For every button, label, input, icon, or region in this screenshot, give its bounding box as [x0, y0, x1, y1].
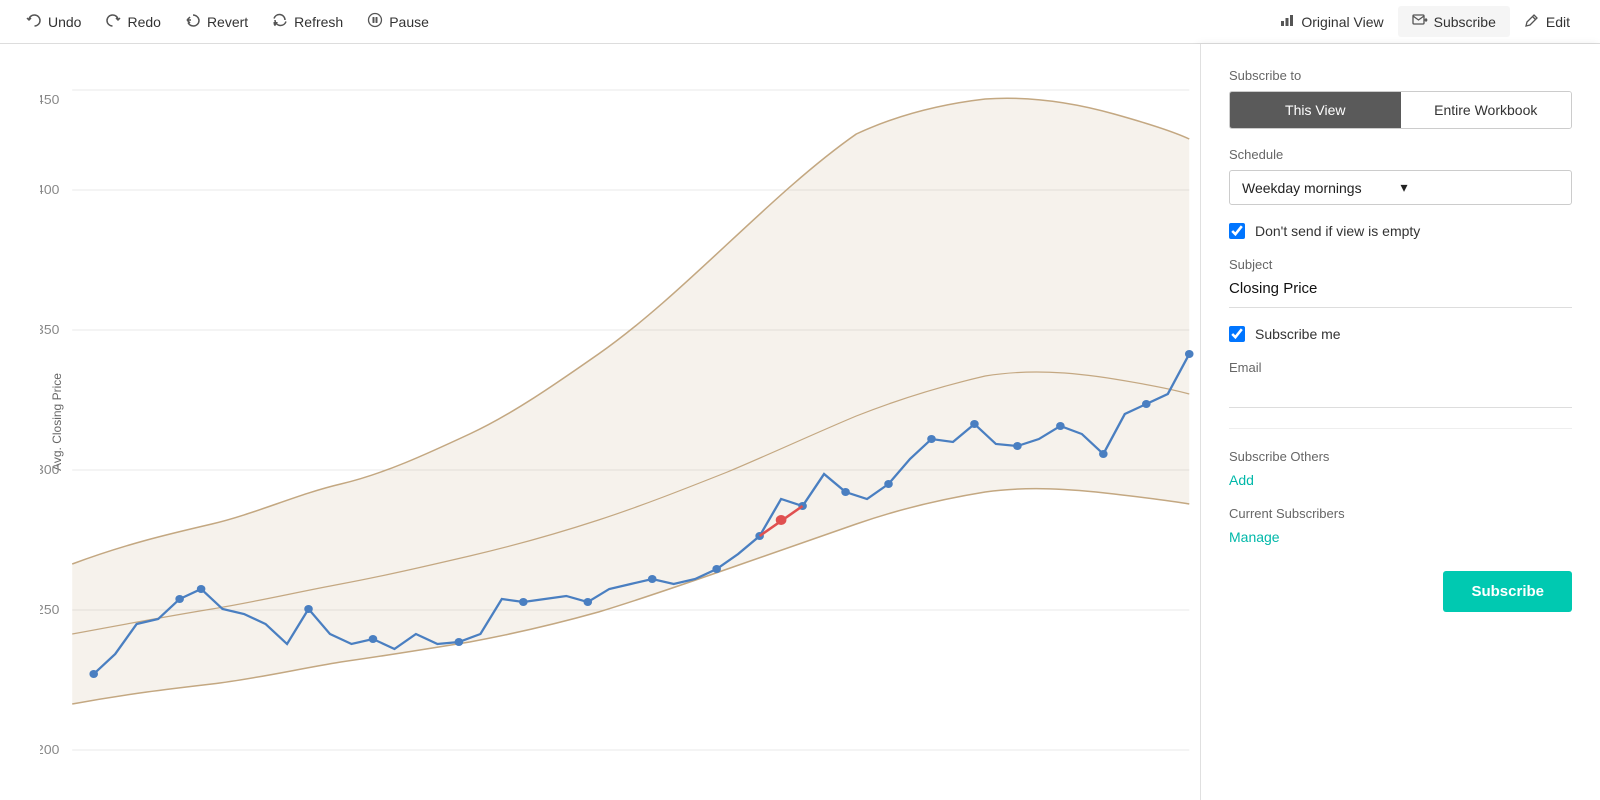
entire-workbook-button[interactable]: Entire Workbook: [1401, 92, 1572, 128]
svg-text:250: 250: [40, 602, 59, 616]
refresh-button[interactable]: Refresh: [262, 6, 353, 37]
subject-label: Subject: [1229, 257, 1572, 272]
subscribe-to-section: Subscribe to This View Entire Workbook: [1229, 68, 1572, 129]
revert-label: Revert: [207, 14, 248, 30]
svg-text:450: 450: [40, 92, 59, 106]
subject-section: Subject Closing Price: [1229, 257, 1572, 308]
main-area: Avg. Closing Price 200 250 300 350 400 4…: [0, 44, 1600, 800]
schedule-section: Schedule Weekday mornings ▾: [1229, 147, 1572, 205]
schedule-value: Weekday mornings: [1242, 180, 1401, 196]
subscribe-others-section: Subscribe Others Add: [1229, 449, 1572, 488]
subscribe-me-checkbox[interactable]: [1229, 326, 1245, 342]
subscribe-button[interactable]: Subscribe: [1443, 571, 1572, 612]
toolbar-right: Original View Subscribe Edi: [1265, 6, 1584, 37]
pause-label: Pause: [389, 14, 429, 30]
revert-icon: [185, 12, 201, 31]
divider: [1229, 428, 1572, 429]
svg-text:300: 300: [40, 462, 59, 476]
refresh-label: Refresh: [294, 14, 343, 30]
current-subscribers-section: Current Subscribers Manage: [1229, 506, 1572, 545]
subscribe-to-buttons: This View Entire Workbook: [1229, 91, 1572, 129]
email-section: Email: [1229, 360, 1572, 408]
add-link[interactable]: Add: [1229, 472, 1572, 488]
revert-button[interactable]: Revert: [175, 6, 258, 37]
edit-label: Edit: [1546, 14, 1570, 30]
chart-icon: [1279, 12, 1295, 31]
svg-text:400: 400: [40, 182, 59, 196]
pause-icon: [367, 12, 383, 31]
email-input[interactable]: [1229, 383, 1572, 408]
subscribe-icon: [1412, 12, 1428, 31]
redo-button[interactable]: Redo: [95, 6, 170, 37]
subscribe-toolbar-button[interactable]: Subscribe: [1398, 6, 1510, 37]
svg-text:350: 350: [40, 322, 59, 336]
undo-label: Undo: [48, 14, 81, 30]
subject-value: Closing Price: [1229, 280, 1572, 308]
edit-icon: [1524, 12, 1540, 31]
chart-svg-container: 200 250 300 350 400 450: [40, 44, 1200, 800]
pause-button[interactable]: Pause: [357, 6, 439, 37]
chevron-down-icon: ▾: [1401, 179, 1560, 196]
edit-button[interactable]: Edit: [1510, 6, 1584, 37]
svg-text:200: 200: [40, 742, 59, 756]
current-subscribers-label: Current Subscribers: [1229, 506, 1572, 521]
undo-button[interactable]: Undo: [16, 6, 91, 37]
subscribe-me-label: Subscribe me: [1255, 326, 1341, 342]
undo-icon: [26, 12, 42, 31]
subscribe-to-label: Subscribe to: [1229, 68, 1572, 83]
refresh-icon: [272, 12, 288, 31]
redo-icon: [105, 12, 121, 31]
email-label: Email: [1229, 360, 1572, 375]
this-view-button[interactable]: This View: [1230, 92, 1401, 128]
original-view-label: Original View: [1301, 14, 1383, 30]
schedule-dropdown[interactable]: Weekday mornings ▾: [1229, 170, 1572, 205]
subscribe-me-row: Subscribe me: [1229, 326, 1572, 342]
subscribe-panel: Subscribe to This View Entire Workbook S…: [1200, 44, 1600, 800]
subscribe-others-label: Subscribe Others: [1229, 449, 1572, 464]
dont-send-checkbox[interactable]: [1229, 223, 1245, 239]
redo-label: Redo: [127, 14, 160, 30]
original-view-button[interactable]: Original View: [1265, 6, 1397, 37]
manage-link[interactable]: Manage: [1229, 529, 1572, 545]
dont-send-label: Don't send if view is empty: [1255, 223, 1420, 239]
chart-area: Avg. Closing Price 200 250 300 350 400 4…: [0, 44, 1200, 800]
dont-send-row: Don't send if view is empty: [1229, 223, 1572, 239]
subscribe-toolbar-label: Subscribe: [1434, 14, 1496, 30]
schedule-label: Schedule: [1229, 147, 1572, 162]
toolbar: Undo Redo Revert Refresh: [0, 0, 1600, 44]
